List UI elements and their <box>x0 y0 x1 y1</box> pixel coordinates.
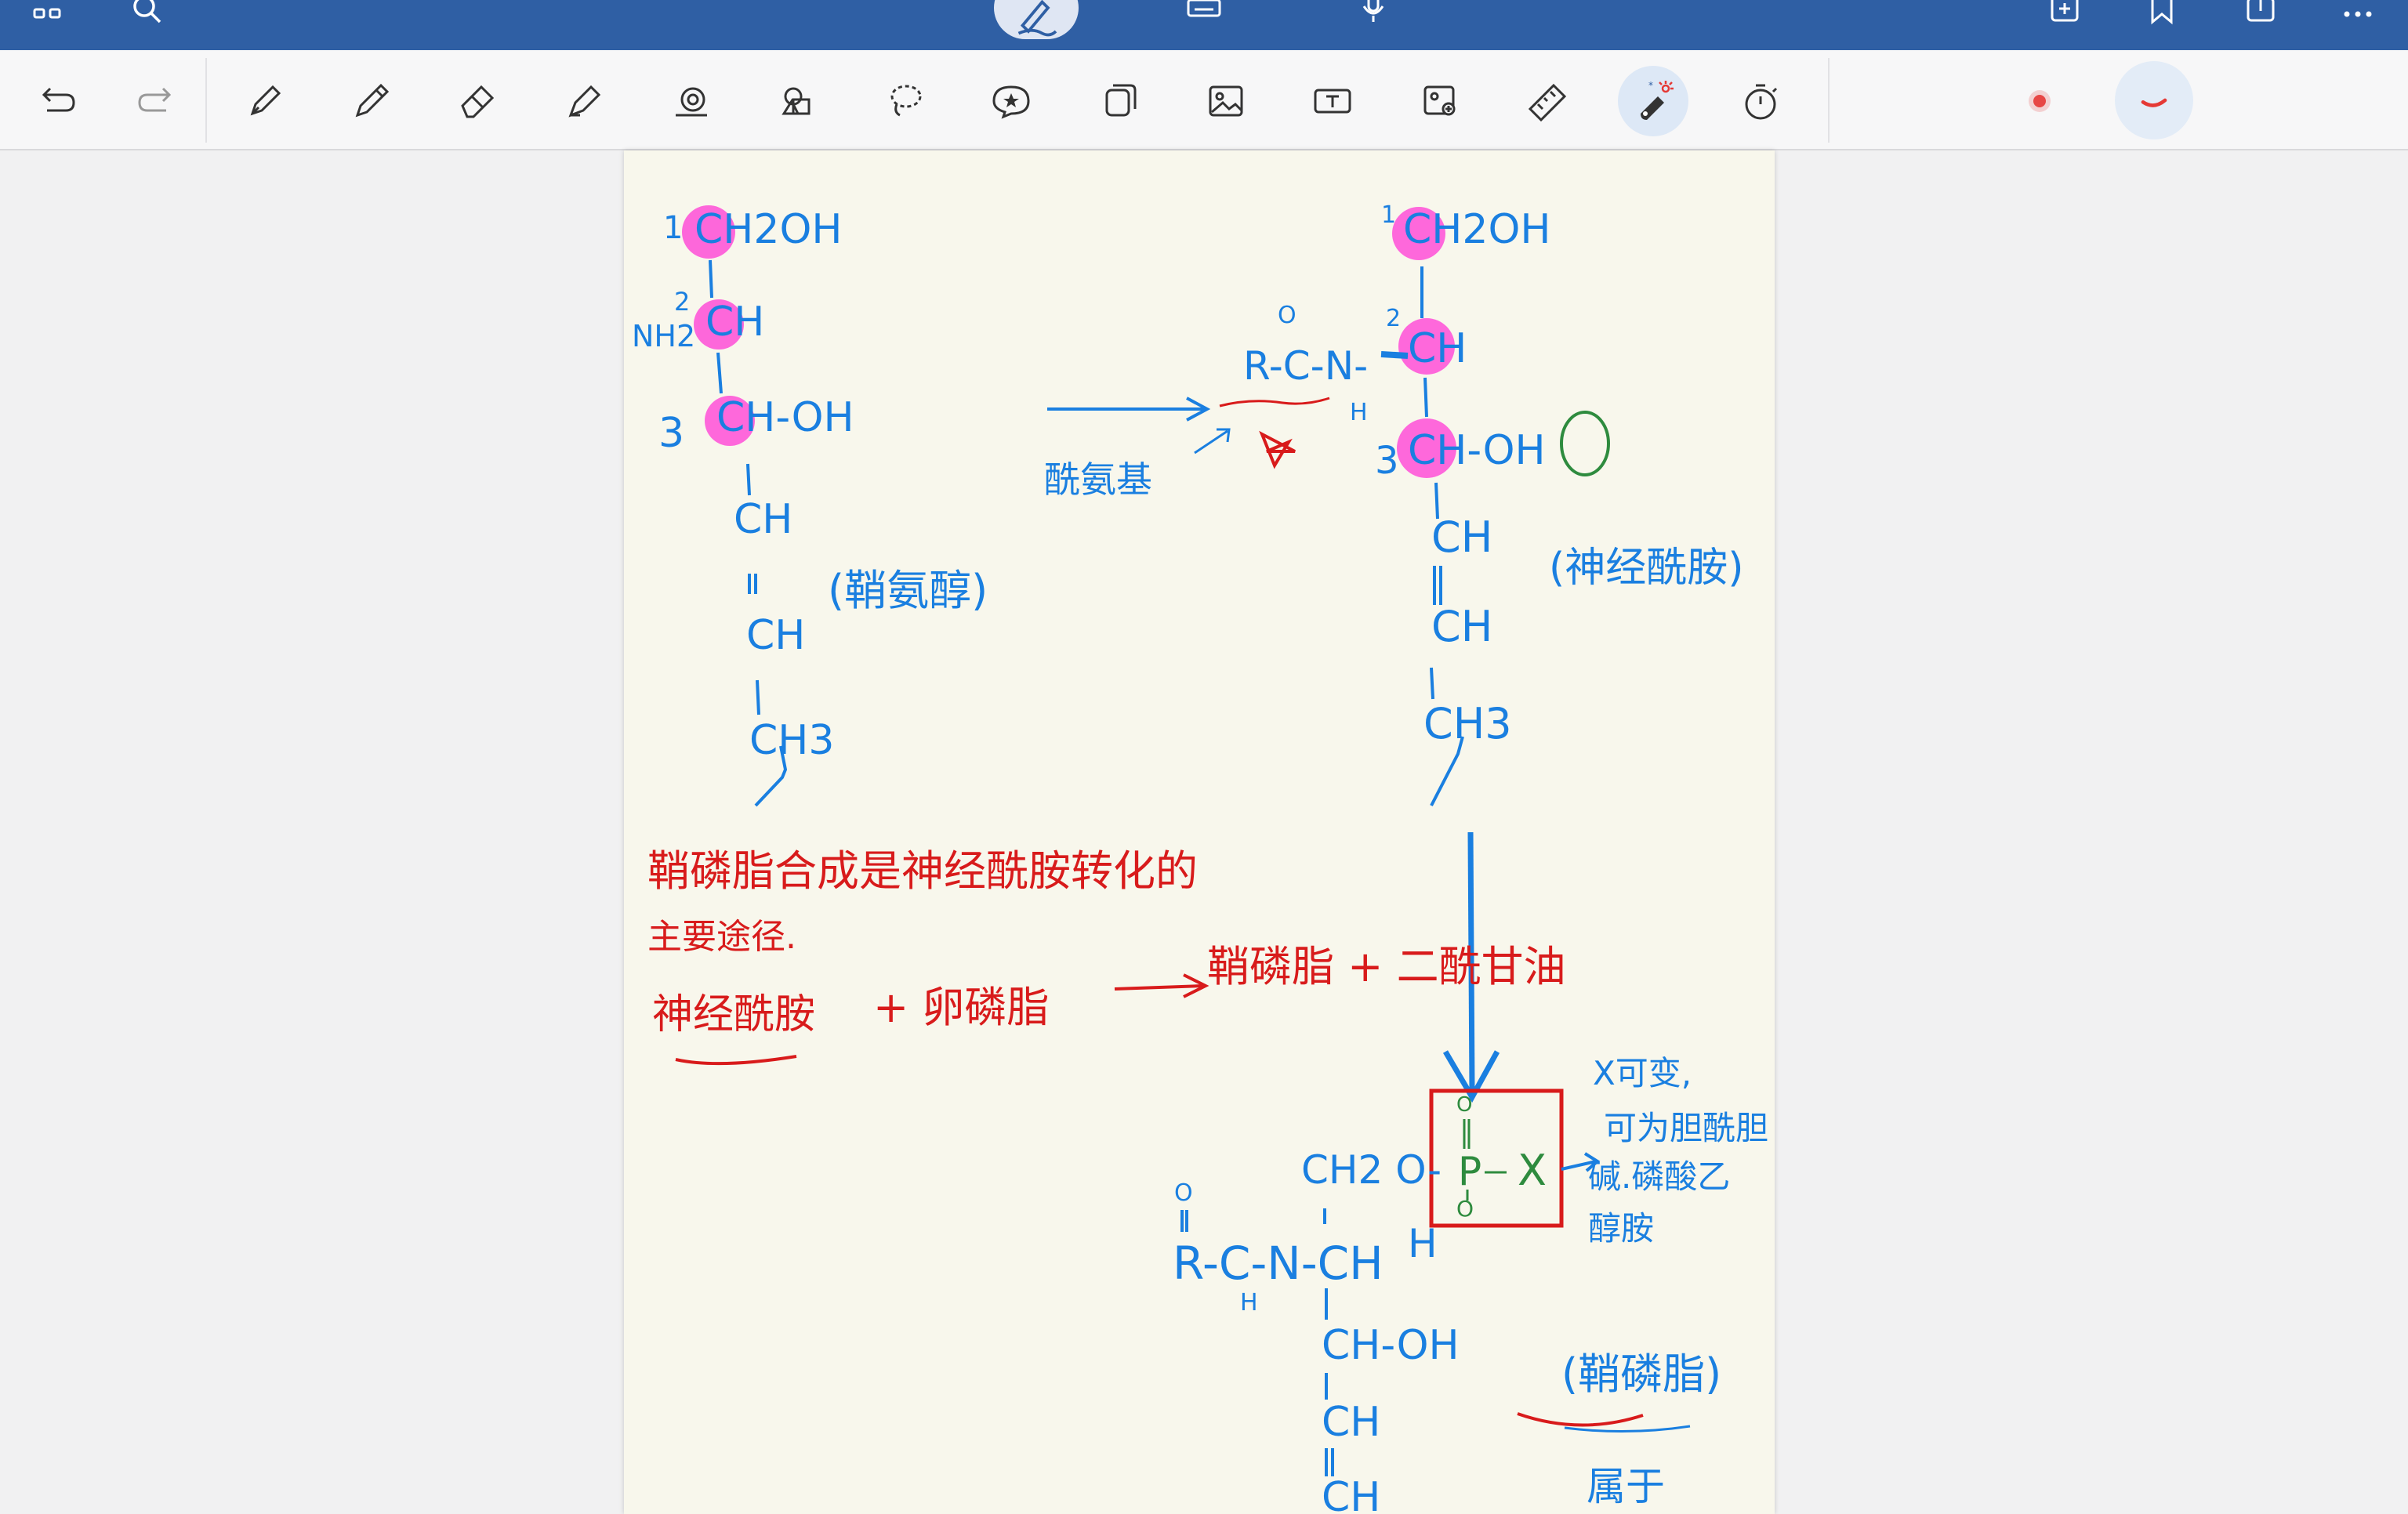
sm-ch2o: CH2 O- <box>1301 1147 1442 1193</box>
timer-icon[interactable] <box>1735 76 1786 126</box>
lasso-icon[interactable] <box>879 76 930 126</box>
bookmark-icon[interactable] <box>2140 0 2184 33</box>
ceramide-acyl: R-C-N- <box>1243 343 1368 389</box>
sphingomyelin-structure: CH2 O- P X O O R-C-N-CH H O H CH-OH CH C… <box>1173 1088 1721 1514</box>
sm-below: 属于 <box>1587 1464 1665 1509</box>
label-c3-number: 3 <box>658 410 684 457</box>
star-mark <box>1259 430 1296 469</box>
copy-page-icon[interactable] <box>1094 76 1144 126</box>
highlighter-icon[interactable] <box>560 76 610 126</box>
label-c2-number: 2 <box>674 287 690 317</box>
sm-o-top: O <box>1456 1093 1472 1117</box>
image-search-icon[interactable] <box>1416 76 1466 126</box>
ruler-icon[interactable] <box>1522 76 1572 126</box>
redo-icon[interactable] <box>130 76 180 126</box>
sphingosine-chain3: CH3 <box>749 717 835 764</box>
top-bar <box>0 0 2408 50</box>
red-eq-right: 鞘磷脂 + 二酰甘油 <box>1207 942 1566 991</box>
red-notes: 鞘磷脂合成是神经酰胺转化的 主要途径. 神经酰胺 + 卵磷脂 鞘磷脂 + 二酰甘… <box>647 846 1566 1066</box>
sm-chain2: CH <box>1322 1474 1380 1514</box>
pencil-icon[interactable] <box>346 76 397 126</box>
ceramide-chain3: CH3 <box>1423 699 1512 748</box>
ceramide-c2-number: 2 <box>1386 305 1401 332</box>
ceramide-acyl-o: O <box>1278 302 1296 329</box>
red-line-1: 鞘磷脂合成是神经酰胺转化的 <box>647 846 1198 896</box>
note-page[interactable]: 1 CH2OH NH2 2 CH 3 CH-OH CH CH CH3 (鞘氨醇) <box>624 150 1775 1514</box>
laser-color-dot[interactable] <box>2015 76 2065 126</box>
x-note-4: 醇胺 <box>1588 1209 1654 1248</box>
red-eq-left: 神经酰胺 <box>652 991 815 1038</box>
red-underline-ceramide <box>675 1055 797 1066</box>
fountain-pen-icon[interactable] <box>240 76 290 126</box>
red-eq-plus: + 卵磷脂 <box>873 983 1049 1032</box>
x-note-3: 碱.磷酸乙 <box>1588 1157 1730 1196</box>
sphingosine-chain2: CH <box>746 612 805 659</box>
toolbar-divider <box>1828 58 1830 143</box>
text-box-icon[interactable] <box>1307 76 1358 126</box>
x-variable-note: X可变, 可为胆酰胆 碱.磷酸乙 醇胺 <box>1561 1054 1768 1248</box>
shape-icon[interactable] <box>666 76 716 126</box>
lasso-shapes-icon[interactable] <box>773 76 823 126</box>
sphingosine-name: (鞘氨醇) <box>828 566 988 615</box>
ceramide-chain1: CH <box>1431 513 1492 562</box>
handwriting-canvas[interactable]: 1 CH2OH NH2 2 CH 3 CH-OH CH CH CH3 (鞘氨醇) <box>624 150 1775 1514</box>
sm-o-bottom: O <box>1456 1196 1474 1222</box>
red-underline-sm <box>1517 1412 1644 1427</box>
undo-icon[interactable] <box>33 76 83 126</box>
ceramide-c1: CH2OH <box>1403 206 1551 253</box>
sm-name: (鞘磷脂) <box>1561 1349 1721 1399</box>
acylamine-label: 酰氨基 <box>1044 458 1152 501</box>
microphone-icon[interactable] <box>1351 0 1395 33</box>
share-icon[interactable] <box>2239 0 2283 33</box>
ceramide-name: (神经酰胺) <box>1549 545 1744 592</box>
search-icon[interactable] <box>125 0 169 33</box>
toolbar-divider <box>205 58 207 143</box>
sphingosine-c1: CH2OH <box>694 206 843 253</box>
pen-mode-icon[interactable] <box>994 0 1079 39</box>
ceramide-structure: 1 CH2OH O R-C-N- H 2 CH 3 CH-OH CH CH CH… <box>1243 201 1744 806</box>
image-icon[interactable] <box>1201 76 1251 126</box>
sm-acyl-o: O <box>1174 1179 1193 1207</box>
ceramide-c2: CH <box>1408 325 1467 372</box>
eraser-icon[interactable] <box>453 76 503 126</box>
sphingosine-c2: CH <box>705 299 764 346</box>
ceramide-c3-number: 3 <box>1375 439 1399 483</box>
ceramide-c1-number: 1 <box>1381 201 1396 229</box>
svg-text:*: * <box>1648 80 1653 91</box>
ceramide-chain2: CH <box>1431 602 1492 651</box>
red-line-2: 主要途径. <box>647 917 796 957</box>
more-icon[interactable] <box>2336 0 2380 33</box>
sm-acyl: R-C-N-CH <box>1173 1237 1384 1290</box>
red-underline-acyl <box>1219 397 1330 407</box>
grid-icon[interactable] <box>27 0 71 33</box>
sphingosine-c3: CH-OH <box>716 394 854 441</box>
laser-trail-style[interactable] <box>2115 61 2193 139</box>
ceramide-c3: CH-OH <box>1408 427 1546 474</box>
label-c1-number: 1 <box>663 210 683 246</box>
green-oh-circle <box>1560 411 1610 476</box>
x-note-1: X可变, <box>1593 1054 1692 1092</box>
sm-nh: H <box>1240 1289 1258 1317</box>
sphingosine-nh2: NH2 <box>632 319 695 353</box>
sm-chain1: CH <box>1322 1399 1380 1446</box>
add-page-icon[interactable] <box>2043 0 2087 33</box>
sphingosine-structure: 1 CH2OH NH2 2 CH 3 CH-OH CH CH CH3 (鞘氨醇) <box>632 206 988 807</box>
keyboard-icon[interactable] <box>1182 0 1226 33</box>
toolbar: * <box>0 50 2408 150</box>
ceramide-nh: H <box>1350 399 1368 426</box>
sm-p: P <box>1458 1149 1481 1194</box>
sm-h: H <box>1408 1221 1438 1266</box>
x-note-2: 可为胆酰胆 <box>1604 1109 1768 1147</box>
sm-c3: CH-OH <box>1322 1322 1460 1369</box>
sm-x: X <box>1518 1146 1547 1195</box>
acylation-arrow: 酰氨基 <box>1044 397 1330 501</box>
sphingosine-chain1: CH <box>734 496 792 543</box>
sticker-icon[interactable] <box>986 76 1036 126</box>
laser-pointer-icon[interactable]: * <box>1618 66 1688 136</box>
